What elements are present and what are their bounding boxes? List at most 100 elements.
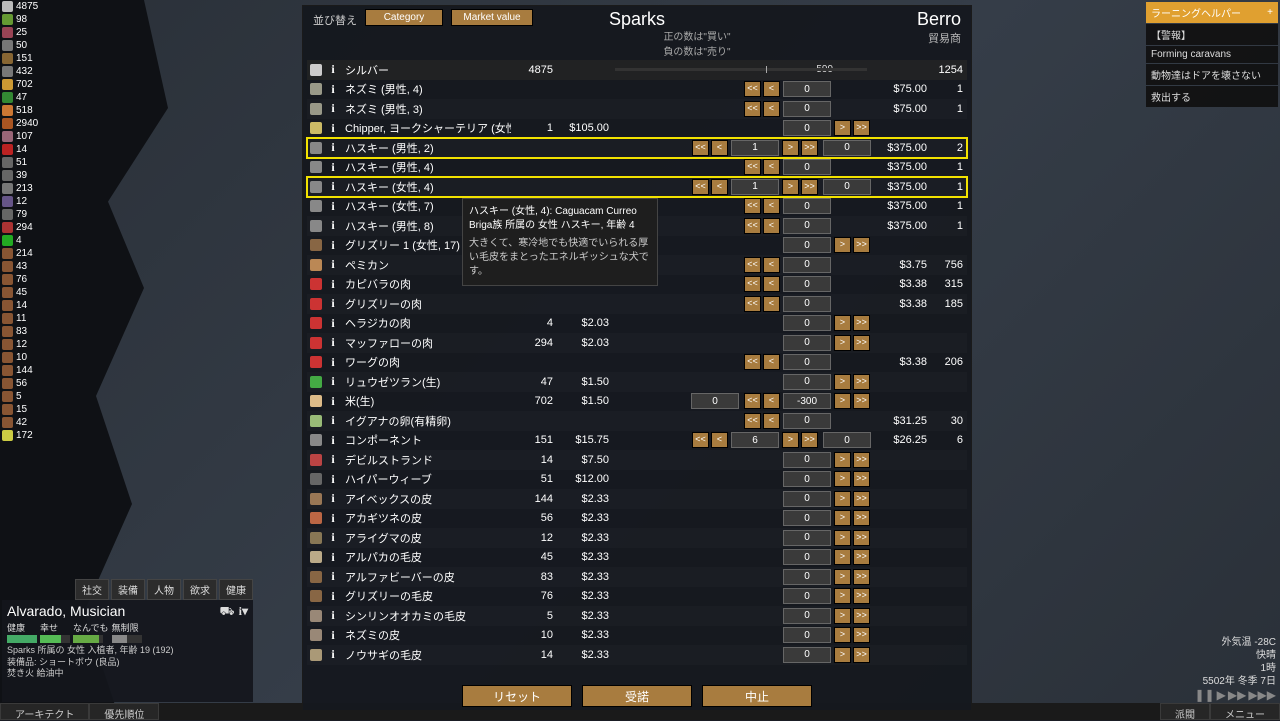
buy-one-button[interactable]: > [782, 432, 799, 448]
pawn-tab[interactable]: 欲求 [183, 579, 217, 600]
quantity-input[interactable] [783, 510, 831, 526]
sell-all-button[interactable]: << [744, 354, 761, 370]
info-icon[interactable]: i [325, 530, 341, 545]
quantity-input[interactable] [783, 530, 831, 546]
sell-all-button[interactable]: << [744, 159, 761, 175]
buy-one-button[interactable]: > [834, 393, 851, 409]
sort-category-button[interactable]: Category [365, 9, 443, 26]
quantity-input[interactable] [731, 179, 779, 195]
quantity-input[interactable] [783, 374, 831, 390]
resource-row[interactable]: 14 [2, 299, 38, 312]
buy-one-button[interactable]: > [834, 608, 851, 624]
accept-button[interactable]: 受諾 [582, 685, 692, 707]
left-qty-input[interactable] [691, 393, 739, 409]
quantity-input[interactable] [783, 315, 831, 331]
buy-one-button[interactable]: > [834, 588, 851, 604]
resource-row[interactable]: 294 [2, 221, 38, 234]
info-icon[interactable]: i [325, 316, 341, 331]
architect-button[interactable]: アーキテクト [0, 703, 89, 720]
info-icon[interactable]: i [325, 589, 341, 604]
info-icon[interactable]: i [325, 550, 341, 565]
info-icon[interactable]: i [325, 335, 341, 350]
info-icon[interactable]: i [325, 101, 341, 116]
sell-one-button[interactable]: < [763, 218, 780, 234]
buy-one-button[interactable]: > [834, 374, 851, 390]
buy-all-button[interactable]: >> [853, 510, 870, 526]
resource-row[interactable]: 107 [2, 130, 38, 143]
fast-icon[interactable]: ▶▶ [1228, 688, 1246, 702]
sell-one-button[interactable]: < [763, 393, 780, 409]
info-icon[interactable]: i [325, 511, 341, 526]
pawn-tab[interactable]: 人物 [147, 579, 181, 600]
buy-all-button[interactable]: >> [853, 335, 870, 351]
sell-one-button[interactable]: < [763, 198, 780, 214]
info-icon[interactable]: i [325, 394, 341, 409]
sell-all-button[interactable]: << [692, 140, 709, 156]
sell-one-button[interactable]: < [763, 159, 780, 175]
buy-all-button[interactable]: >> [853, 608, 870, 624]
buy-one-button[interactable]: > [782, 179, 799, 195]
info-icon[interactable]: i [325, 413, 341, 428]
buy-all-button[interactable]: >> [853, 491, 870, 507]
resource-row[interactable]: 4 [2, 234, 38, 247]
quantity-input[interactable] [783, 588, 831, 604]
info-icon[interactable]: i [325, 218, 341, 233]
buy-all-button[interactable]: >> [853, 471, 870, 487]
resource-row[interactable]: 79 [2, 208, 38, 221]
draft-icon[interactable]: ⛟ [220, 604, 235, 620]
info-icon[interactable]: i [325, 452, 341, 467]
sell-one-button[interactable]: < [711, 432, 728, 448]
resource-row[interactable]: 4875 [2, 0, 38, 13]
pawn-tab[interactable]: 健康 [219, 579, 253, 600]
info-icon[interactable]: i [325, 179, 341, 194]
buy-one-button[interactable]: > [782, 140, 799, 156]
alert-item[interactable]: 救出する [1146, 86, 1278, 107]
quantity-input[interactable] [783, 159, 831, 175]
speed-controls[interactable]: ❚❚ ▶ ▶▶ ▶▶▶ [1195, 688, 1277, 702]
info-icon[interactable]: i [325, 472, 341, 487]
buy-all-button[interactable]: >> [853, 315, 870, 331]
quantity-input[interactable] [783, 101, 831, 117]
alert-item[interactable]: Forming caravans [1146, 46, 1278, 63]
quantity-input[interactable] [783, 569, 831, 585]
trade-list[interactable]: i シルバー 4875 -599 1254 i ネズミ (男性, 4) <<< … [303, 60, 971, 680]
resource-row[interactable]: 12 [2, 338, 38, 351]
alert-item[interactable]: 【警報】 [1146, 24, 1278, 45]
buy-one-button[interactable]: > [834, 549, 851, 565]
resource-row[interactable]: 56 [2, 377, 38, 390]
sell-one-button[interactable]: < [763, 296, 780, 312]
buy-one-button[interactable]: > [834, 471, 851, 487]
quantity-input[interactable] [783, 647, 831, 663]
resource-row[interactable]: 51 [2, 156, 38, 169]
quantity-input[interactable] [783, 276, 831, 292]
sell-all-button[interactable]: << [744, 198, 761, 214]
buy-all-button[interactable]: >> [853, 393, 870, 409]
info-icon[interactable]: i [325, 491, 341, 506]
priorities-button[interactable]: 優先順位 [89, 703, 159, 720]
resource-row[interactable]: 144 [2, 364, 38, 377]
cancel-button[interactable]: 中止 [702, 685, 812, 707]
buy-one-button[interactable]: > [834, 530, 851, 546]
quantity-input[interactable] [783, 471, 831, 487]
quantity-input[interactable] [783, 237, 831, 253]
alert-item[interactable]: 動物達はドアを壊さない [1146, 64, 1278, 85]
quantity-input[interactable] [783, 198, 831, 214]
resource-row[interactable]: 2940 [2, 117, 38, 130]
resource-row[interactable]: 5 [2, 390, 38, 403]
pause-icon[interactable]: ❚❚ [1195, 688, 1215, 702]
right-qty-input[interactable] [823, 140, 871, 156]
quantity-input[interactable] [731, 140, 779, 156]
factions-button[interactable]: 派閥 [1160, 703, 1210, 720]
quantity-input[interactable] [783, 393, 831, 409]
resource-row[interactable]: 15 [2, 403, 38, 416]
sell-one-button[interactable]: < [711, 140, 728, 156]
quantity-input[interactable] [783, 218, 831, 234]
resource-row[interactable]: 43 [2, 260, 38, 273]
play-icon[interactable]: ▶ [1217, 688, 1226, 702]
info-icon[interactable]: i [325, 433, 341, 448]
info-icon[interactable]: i [325, 296, 341, 311]
quantity-input[interactable] [783, 257, 831, 273]
info-icon[interactable]: i [325, 82, 341, 97]
buy-one-button[interactable]: > [834, 510, 851, 526]
resource-row[interactable]: 25 [2, 26, 38, 39]
